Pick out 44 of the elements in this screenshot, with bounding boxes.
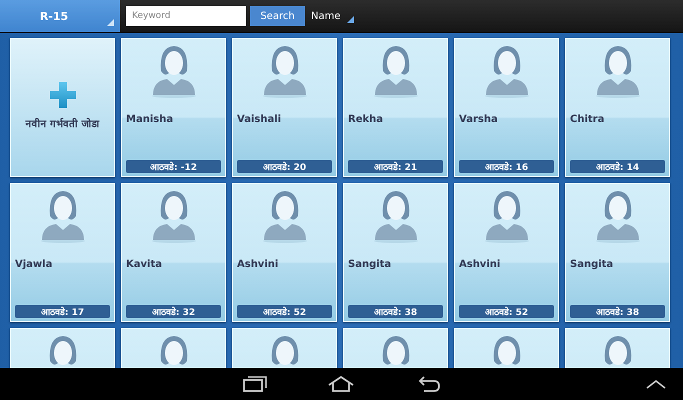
back-icon[interactable]: [418, 376, 440, 392]
person-name: Vjawla: [14, 258, 54, 270]
recent-apps-icon[interactable]: [243, 376, 267, 392]
person-name: Manisha: [125, 113, 174, 125]
weeks-badge: आठवडे: 52: [237, 305, 332, 318]
person-card[interactable]: Varsha आठवडे: 16: [454, 38, 559, 177]
weeks-badge: आठवडे: 32: [126, 305, 221, 318]
plus-icon: [50, 82, 76, 108]
weeks-badge: आठवडे: 38: [348, 305, 443, 318]
person-card[interactable]: Manisha आठवडे: -12: [121, 38, 226, 177]
person-name: Ashvini: [236, 258, 280, 270]
person-card[interactable]: Vjawla आठवडे: 17: [10, 183, 115, 322]
search-button[interactable]: Search: [250, 6, 305, 26]
keyword-field[interactable]: Keyword: [126, 6, 246, 26]
person-name: Varsha: [458, 113, 499, 125]
person-name: Rekha: [347, 113, 384, 125]
person-card[interactable]: Sangita आठवडे: 38: [565, 183, 670, 322]
add-pregnant-woman-card[interactable]: नवीन गर्भवती जोडा: [10, 38, 115, 177]
weeks-badge: आठवडे: 21: [348, 160, 443, 173]
person-name: Sangita: [569, 258, 614, 270]
add-label: नवीन गर्भवती जोडा: [24, 118, 100, 132]
home-icon[interactable]: [328, 376, 354, 392]
dropdown-corner-icon: [107, 19, 114, 26]
person-card[interactable]: Ashvini आठवडे: 52: [454, 183, 559, 322]
weeks-badge: आठवडे: 20: [237, 160, 332, 173]
person-card[interactable]: Kavita आठवडे: 32: [121, 183, 226, 322]
person-name: Ashvini: [458, 258, 502, 270]
sort-dropdown[interactable]: Name: [311, 10, 341, 22]
person-card[interactable]: Rekha आठवडे: 21: [343, 38, 448, 177]
weeks-badge: आठवडे: -12: [126, 160, 221, 173]
person-card[interactable]: Vaishali आठवडे: 20: [232, 38, 337, 177]
dropdown-corner-icon: [346, 16, 354, 22]
person-name: Kavita: [125, 258, 163, 270]
weeks-badge: आठवडे: 17: [15, 305, 110, 318]
person-card[interactable]: Sangita आठवडे: 38: [343, 183, 448, 322]
person-card[interactable]: Ashvini आठवडे: 52: [232, 183, 337, 322]
person-name: Chitra: [569, 113, 606, 125]
weeks-badge: आठवडे: 52: [459, 305, 554, 318]
weeks-badge: आठवडे: 16: [459, 160, 554, 173]
weeks-badge: आठवडे: 14: [570, 160, 665, 173]
person-name: Sangita: [347, 258, 392, 270]
weeks-badge: आठवडे: 38: [570, 305, 665, 318]
person-card[interactable]: Chitra आठवडे: 14: [565, 38, 670, 177]
person-name: Vaishali: [236, 113, 282, 125]
